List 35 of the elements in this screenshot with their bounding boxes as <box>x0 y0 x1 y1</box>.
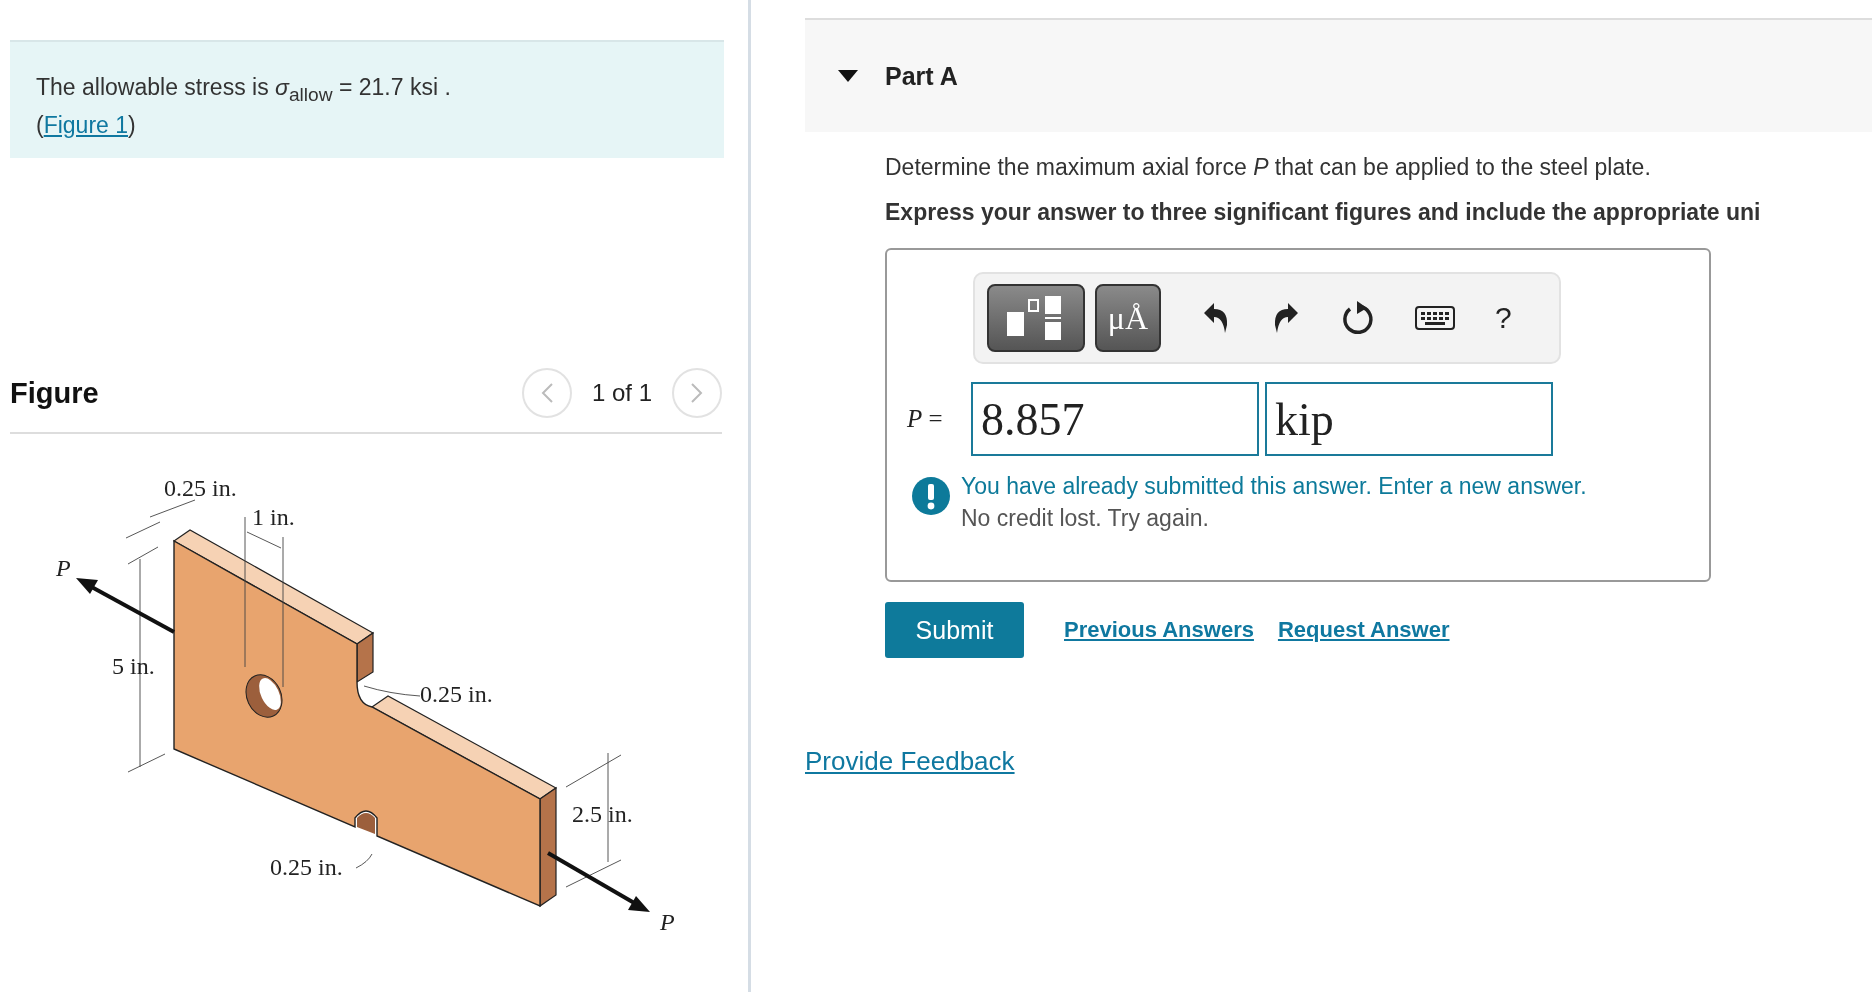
part-title: Part A <box>885 61 958 91</box>
value-input[interactable]: 8.857 <box>971 382 1259 456</box>
collapse-icon[interactable] <box>837 69 859 83</box>
message-headline: You have already submitted this answer. Enter a new answer. <box>961 472 1587 501</box>
parenthesis: ( <box>36 111 44 138</box>
submit-button[interactable]: Submit <box>885 602 1024 658</box>
question-text: Determine the maximum axial force P that can be applied to the steel plate. <box>885 154 1652 181</box>
figure-link[interactable]: Figure 1 <box>43 111 129 138</box>
help-button[interactable]: ? <box>1495 301 1512 335</box>
message-detail: No credit lost. Try again. <box>961 504 1210 533</box>
templates-button[interactable] <box>987 284 1085 352</box>
units-button[interactable]: μÅ <box>1095 284 1161 352</box>
figure-heading: Figure <box>10 376 99 410</box>
page-counter: 1 of 1 <box>591 379 652 407</box>
dimension-label: 0.25 in. <box>164 475 237 501</box>
dimension-label: 0.25 in. <box>270 854 343 880</box>
dimension-label: P <box>660 909 675 935</box>
chevron-left-icon <box>539 382 554 404</box>
dimension-label: 2.5 in. <box>572 801 633 827</box>
part-header[interactable]: Part A <box>805 18 1872 132</box>
instruction-text: Express your answer to three significant figures and include the appropriate uni <box>885 199 1762 226</box>
answer-link[interactable]: Request Answer <box>1277 617 1450 643</box>
answer-link[interactable]: Previous Answers <box>1064 617 1254 643</box>
chevron-right-icon <box>690 382 704 404</box>
dimension-label: 5 in. <box>112 653 155 679</box>
variable-label: P = <box>907 405 944 433</box>
problem-statement: The allowable stress is σ$_{allow}$ = 21.7 ksi . <box>36 73 452 107</box>
parenthesis: ) <box>128 111 136 138</box>
keyboard-icon[interactable] <box>1415 306 1455 330</box>
feedback-link[interactable]: Provide Feedback <box>805 746 1015 777</box>
dimension-label: 1 in. <box>252 504 295 530</box>
dimension-label: P <box>56 555 71 581</box>
dimension-label: 0.25 in. <box>420 681 493 707</box>
reset-icon[interactable] <box>1341 300 1375 336</box>
unit-input[interactable]: kip <box>1265 382 1553 456</box>
